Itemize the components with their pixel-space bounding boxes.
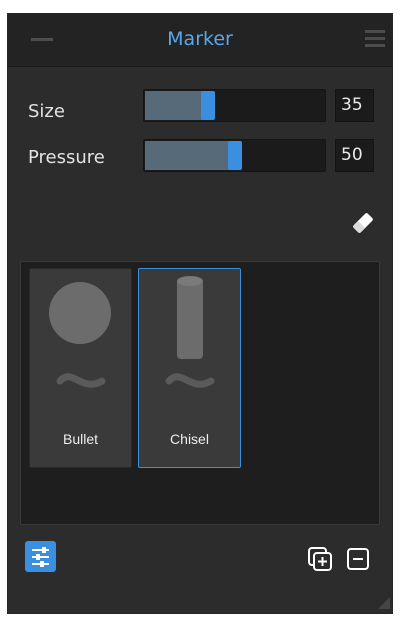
duplicate-add-icon[interactable] [307, 546, 333, 572]
brush-list: Bullet Chisel [20, 261, 380, 525]
brush-card-bullet[interactable]: Bullet [29, 268, 132, 468]
chisel-tip-icon [165, 276, 215, 388]
pressure-slider[interactable] [143, 139, 326, 172]
size-slider-fill [145, 91, 209, 120]
panel-titlebar: Marker [8, 14, 392, 67]
size-slider-handle[interactable] [201, 91, 215, 120]
size-slider[interactable] [143, 89, 326, 122]
brush-name-chisel: Chisel [170, 431, 209, 447]
resize-grip-icon[interactable] [378, 594, 390, 609]
size-label: Size [28, 101, 65, 122]
remove-icon[interactable] [345, 546, 371, 572]
pressure-label: Pressure [28, 147, 105, 168]
pressure-slider-handle[interactable] [228, 141, 242, 170]
panel-title: Marker [167, 28, 233, 50]
sliders-icon [32, 547, 49, 567]
eraser-icon[interactable] [350, 210, 376, 236]
brush-name-bullet: Bullet [62, 431, 99, 447]
pressure-value-field[interactable]: 50 [335, 139, 374, 172]
marker-tool-panel: Marker Size 35 Pressure 50 Bullet Chisel [7, 13, 393, 614]
brush-settings-button[interactable] [25, 541, 56, 572]
size-value-field[interactable]: 35 [335, 89, 374, 122]
hamburger-menu-icon[interactable] [365, 30, 385, 48]
brush-card-chisel[interactable]: Chisel [138, 268, 241, 468]
round-tip-icon [49, 282, 111, 388]
pressure-slider-fill [145, 141, 236, 170]
